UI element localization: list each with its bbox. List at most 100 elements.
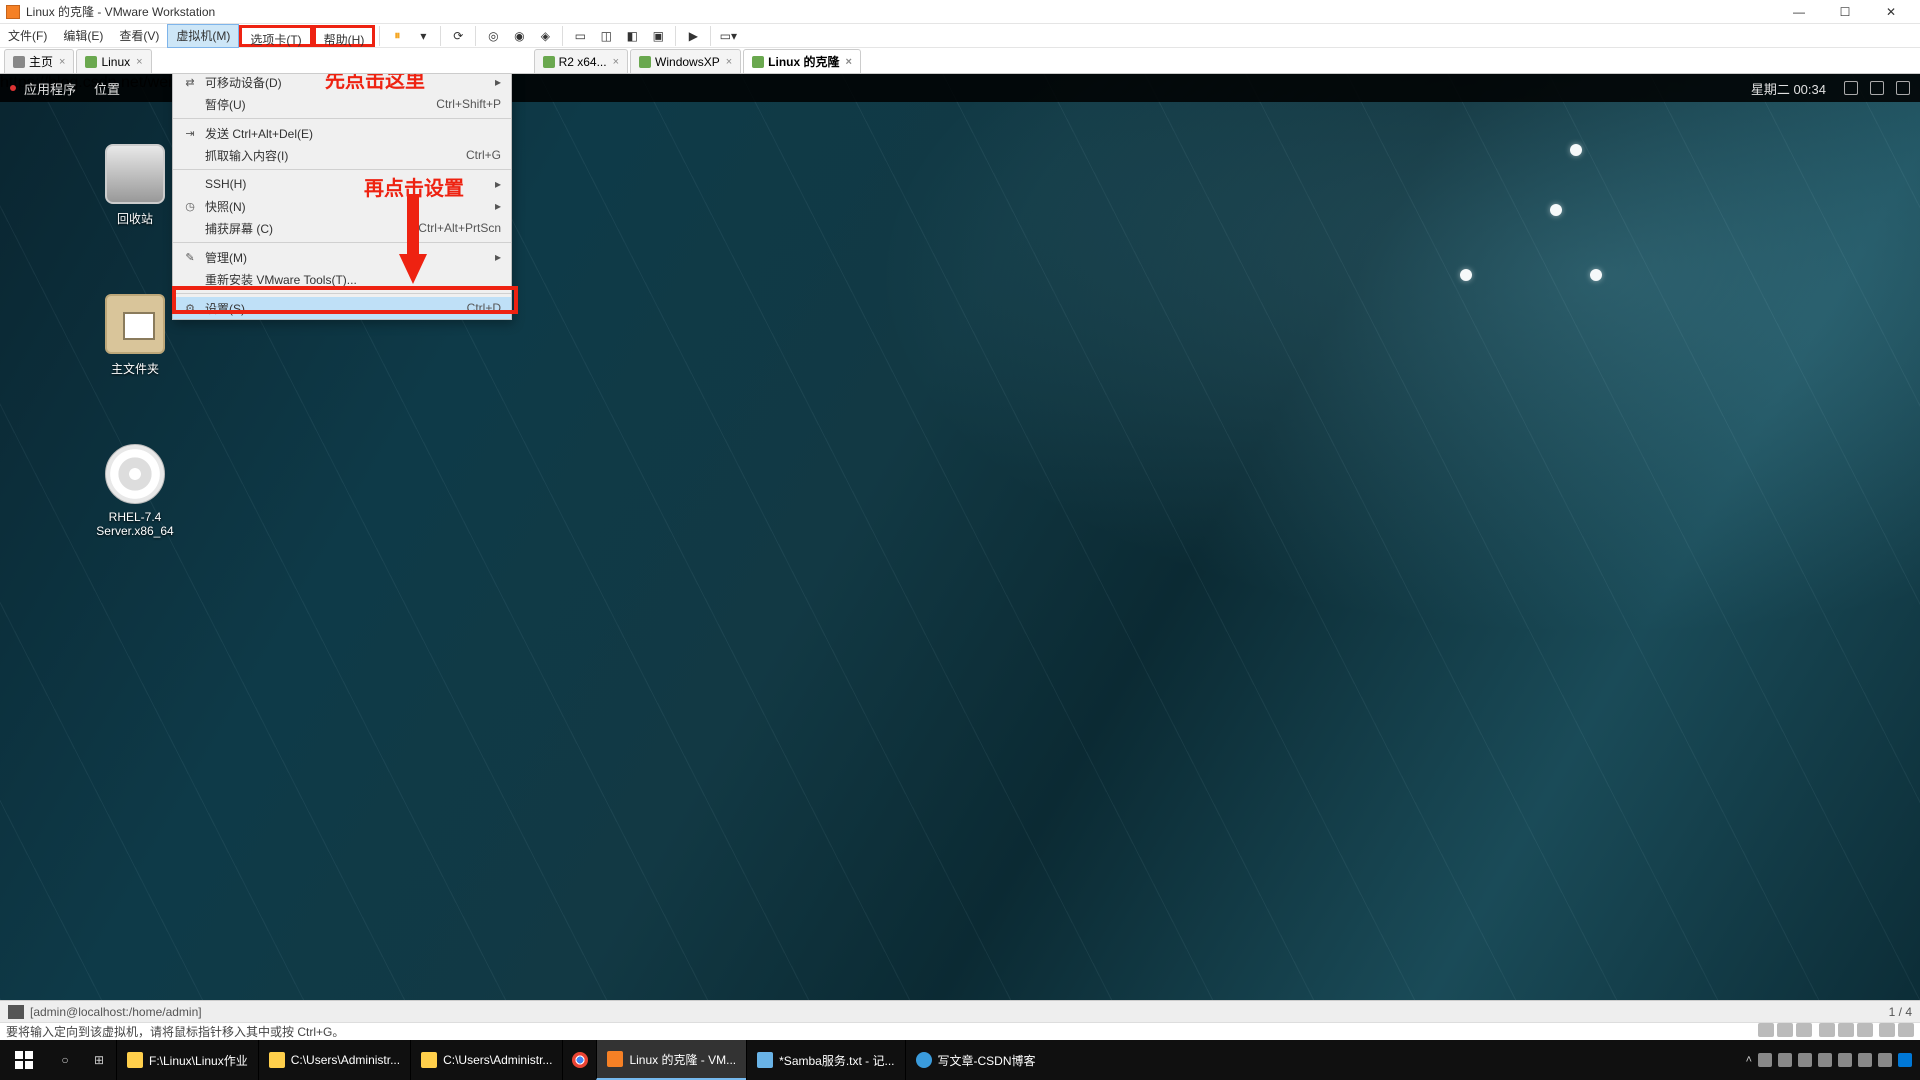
vm-desktop[interactable]: 应用程序 位置 星期二 00:34 ⏻ 电源(P) ▸ ⇄ 可移动设备(D) ▸	[0, 74, 1920, 1000]
tab-home[interactable]: 主页 ×	[4, 49, 74, 73]
vm-icon	[543, 56, 555, 68]
send-cad-button[interactable]: ⟳	[447, 25, 469, 47]
menu-vm[interactable]: 虚拟机(M)	[167, 24, 239, 48]
chevron-right-icon: ▸	[495, 250, 501, 264]
system-tray[interactable]: ˄	[1738, 1053, 1920, 1067]
close-icon[interactable]: ×	[846, 56, 852, 68]
menu-item-reinstall-tools[interactable]: 重新安装 VMware Tools(T)...	[173, 268, 511, 290]
notification-icon[interactable]	[1898, 1053, 1912, 1067]
menu-item-grab-input[interactable]: 抓取输入内容(I) Ctrl+G	[173, 144, 511, 166]
toolbar-dropdown[interactable]: ▾	[412, 25, 434, 47]
console-button[interactable]: ▶	[682, 25, 704, 47]
menu-edit[interactable]: 编辑(E)	[55, 24, 111, 48]
taskbar-folder-2[interactable]: C:\Users\Administr...	[258, 1040, 410, 1080]
tab-winxp[interactable]: WindowsXP ×	[630, 49, 741, 73]
tab-r2-label: R2 x64...	[559, 55, 607, 69]
status-prompt: [admin@localhost:/home/admin]	[30, 1005, 202, 1019]
gnome-applications[interactable]: 应用程序	[24, 79, 76, 98]
vm-icon	[639, 56, 651, 68]
icon-label: 回收站	[117, 210, 153, 227]
menu-item-manage[interactable]: ✎ 管理(M) ▸	[173, 246, 511, 268]
vmware-icon	[607, 1051, 623, 1067]
annotation-text-1: 先点击这里	[325, 74, 425, 93]
menu-view[interactable]: 查看(V)	[111, 24, 167, 48]
trash-icon	[105, 144, 165, 204]
unity-button[interactable]: ◫	[595, 25, 617, 47]
notepad-icon	[757, 1052, 773, 1068]
tray-icon[interactable]	[1798, 1053, 1812, 1067]
menu-item-pause[interactable]: 暂停(U) Ctrl+Shift+P	[173, 93, 511, 115]
tab-clone[interactable]: Linux 的克隆 ×	[743, 49, 861, 73]
tab-r2[interactable]: R2 x64... ×	[534, 49, 628, 73]
fullscreen-button[interactable]: ▭	[569, 25, 591, 47]
gnome-clock[interactable]: 星期二 00:34	[1751, 79, 1826, 98]
terminal-icon	[8, 1005, 24, 1019]
minimize-button[interactable]: —	[1776, 0, 1822, 24]
gnome-tray[interactable]	[1844, 81, 1910, 95]
taskview-button[interactable]: ⊞	[82, 1040, 116, 1080]
icon-label: RHEL-7.4 Server.x86_64	[80, 510, 190, 538]
start-button[interactable]	[0, 1040, 48, 1080]
taskbar-browser[interactable]: 写文章-CSDN博客	[905, 1040, 1046, 1080]
close-icon[interactable]: ×	[613, 56, 619, 68]
printer-icon	[1857, 1023, 1873, 1037]
hdd-icon	[1758, 1023, 1774, 1037]
tray-icon[interactable]	[1778, 1053, 1792, 1067]
wallpaper-node	[1570, 144, 1582, 156]
window-title: Linux 的克隆 - VMware Workstation	[26, 3, 215, 20]
msg-icon	[1898, 1023, 1914, 1037]
snapshot-button[interactable]: ◎	[482, 25, 504, 47]
chrome-icon	[572, 1052, 588, 1068]
tray-up-icon[interactable]: ˄	[1746, 1054, 1752, 1066]
pause-button[interactable]: ⏸	[386, 25, 408, 47]
ime-icon[interactable]	[1878, 1053, 1892, 1067]
chevron-right-icon: ▸	[495, 75, 501, 89]
menu-help[interactable]: 帮助(H)	[313, 25, 376, 47]
menu-item-capture-screen[interactable]: 捕获屏幕 (C) Ctrl+Alt+PrtScn	[173, 217, 511, 239]
menu-file[interactable]: 文件(F)	[0, 24, 55, 48]
browser-icon	[916, 1052, 932, 1068]
page-count: 1 / 4	[1889, 1005, 1912, 1019]
volume-icon[interactable]	[1858, 1053, 1872, 1067]
snapshot-manage-button[interactable]: ◈	[534, 25, 556, 47]
vmware-icon	[6, 5, 20, 19]
tray-icon[interactable]	[1758, 1053, 1772, 1067]
device-status-icons[interactable]	[1755, 1023, 1914, 1040]
maximize-button[interactable]: ☐	[1822, 0, 1868, 24]
close-button[interactable]: ✕	[1868, 0, 1914, 24]
chevron-right-icon: ▸	[495, 177, 501, 191]
menu-item-send-cad[interactable]: ⇥ 发送 Ctrl+Alt+Del(E)	[173, 122, 511, 144]
usb-icon: ⇄	[181, 76, 199, 89]
vm-tab-strip: 主页 × Linux × R2 x64... × WindowsXP × Lin…	[0, 48, 1920, 74]
usb-icon	[1819, 1023, 1835, 1037]
tray-icon[interactable]	[1818, 1053, 1832, 1067]
wifi-icon[interactable]	[1838, 1053, 1852, 1067]
close-icon[interactable]: ×	[726, 56, 732, 68]
search-button[interactable]: ○	[48, 1040, 82, 1080]
power-icon[interactable]	[1896, 81, 1910, 95]
volume-icon[interactable]	[1870, 81, 1884, 95]
tab-winxp-label: WindowsXP	[655, 55, 720, 69]
taskbar-notepad[interactable]: *Samba服务.txt - 记...	[746, 1040, 904, 1080]
tab-linux[interactable]: Linux ×	[76, 49, 151, 73]
view-dropdown[interactable]: ▭▾	[717, 25, 739, 47]
gnome-places[interactable]: 位置	[94, 79, 120, 98]
network-icon[interactable]	[1844, 81, 1858, 95]
desktop-icon-disc[interactable]: RHEL-7.4 Server.x86_64	[80, 444, 190, 538]
multimon-button[interactable]: ◧	[621, 25, 643, 47]
folder-icon	[127, 1052, 143, 1068]
taskbar-folder-1[interactable]: F:\Linux\Linux作业	[116, 1040, 258, 1080]
taskbar-chrome[interactable]	[562, 1040, 596, 1080]
snapshot-icon: ◷	[181, 200, 199, 213]
windows-taskbar: ○ ⊞ F:\Linux\Linux作业 C:\Users\Administr.…	[0, 1040, 1920, 1080]
taskbar-vmware[interactable]: Linux 的克隆 - VM...	[596, 1040, 746, 1080]
folder-icon	[269, 1052, 285, 1068]
close-icon[interactable]: ×	[59, 56, 65, 68]
stretch-button[interactable]: ▣	[647, 25, 669, 47]
menu-item-settings[interactable]: ⚙ 设置(S)... Ctrl+D	[173, 297, 511, 319]
send-cad-icon: ⇥	[181, 127, 199, 140]
menu-tabs[interactable]: 选项卡(T)	[239, 25, 312, 47]
close-icon[interactable]: ×	[136, 56, 142, 68]
snapshot-revert-button[interactable]: ◉	[508, 25, 530, 47]
taskbar-folder-3[interactable]: C:\Users\Administr...	[410, 1040, 562, 1080]
